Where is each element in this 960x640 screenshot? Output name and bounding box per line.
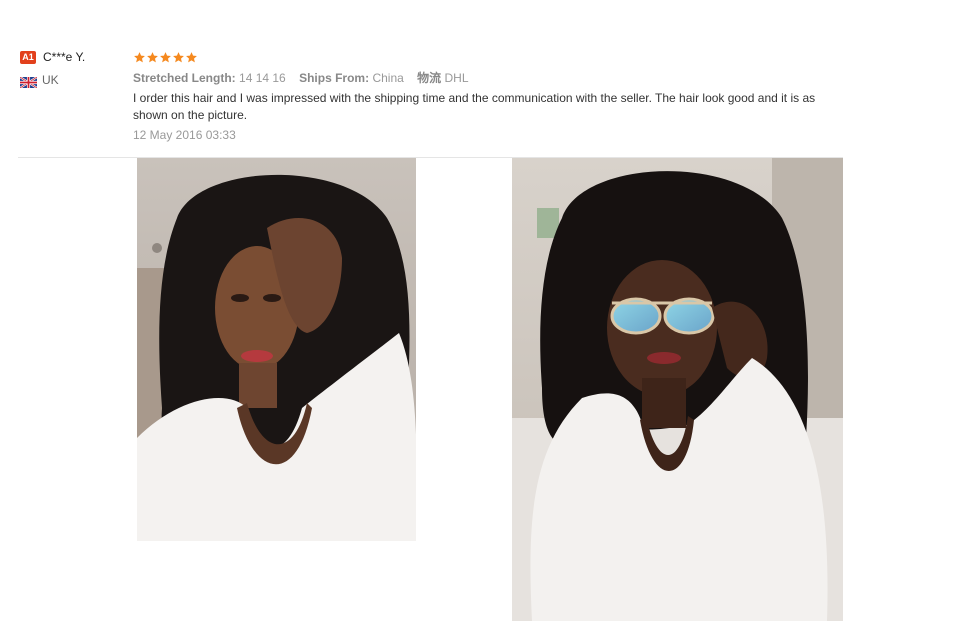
star-icon: [160, 51, 171, 62]
reviewer-country: UK: [42, 73, 59, 87]
star-icon: [173, 51, 184, 62]
attr-ships-from-key: Ships From:: [299, 71, 370, 85]
star-icon: [134, 51, 145, 62]
star-icon: [147, 51, 158, 62]
review-content: Stretched Length: 14 14 16 Ships From: C…: [133, 48, 853, 142]
review-text: I order this hair and I was impressed wi…: [133, 91, 816, 122]
reviewer-info: A1 C***e Y. UK: [19, 48, 130, 89]
review-attributes: Stretched Length: 14 14 16 Ships From: C…: [133, 69, 853, 87]
review-photo-2[interactable]: [512, 158, 843, 621]
logistics-icon: 物流: [417, 71, 442, 85]
attr-length-key: Stretched Length:: [133, 71, 236, 85]
attr-ships-from-value: China: [372, 71, 404, 85]
uk-flag-icon: [19, 75, 38, 89]
reviewer-name: C***e Y.: [43, 50, 86, 64]
review-photo-1[interactable]: [137, 158, 416, 541]
review-item: A1 C***e Y. UK Stretched Length: 14 14 1…: [0, 0, 960, 640]
review-date: 12 May 2016 03:33: [133, 128, 236, 142]
level-badge: A1: [20, 50, 36, 64]
reviewer-country-row: UK: [19, 72, 130, 89]
attr-length-value: 14 14 16: [239, 71, 286, 85]
shipping-method: DHL: [444, 71, 469, 85]
star-icon: [186, 51, 197, 62]
reviewer-name-row: A1 C***e Y.: [20, 48, 130, 66]
star-rating: [133, 48, 853, 66]
